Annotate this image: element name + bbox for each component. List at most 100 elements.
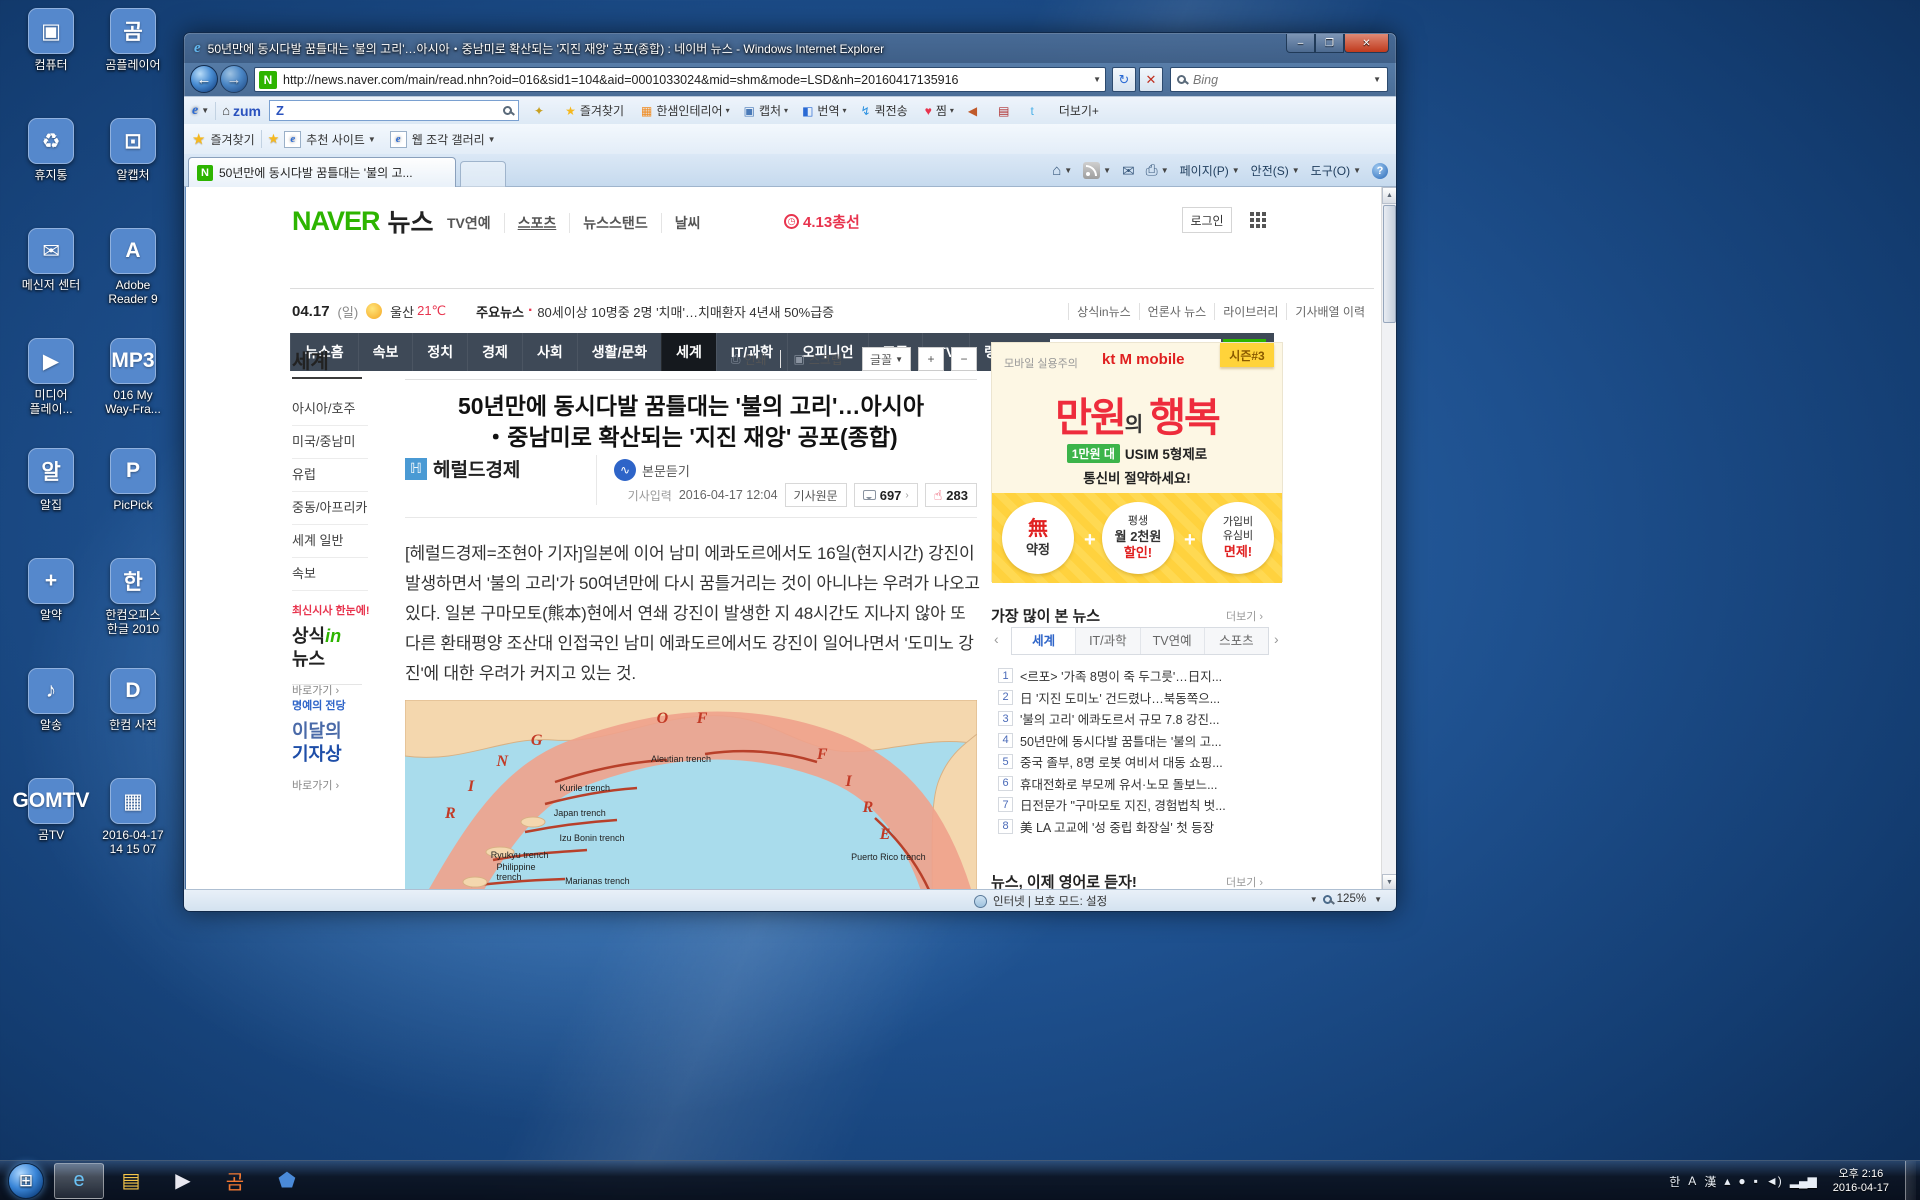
section-menu-item[interactable]: 아시아/호주 — [292, 393, 368, 426]
font-smaller-button[interactable]: − — [951, 347, 977, 371]
desktop-icon[interactable]: ▦ 2016-04-17 14 15 07 — [94, 778, 172, 888]
most-viewed-tab[interactable]: TV연예 — [1140, 628, 1204, 654]
most-viewed-tab[interactable]: IT/과학 — [1075, 628, 1139, 654]
help-button[interactable]: ? — [1372, 163, 1388, 179]
section-menu-item[interactable]: 속보 — [292, 558, 368, 591]
desktop-icon[interactable]: 알 알집 — [12, 448, 90, 558]
zum-toolbar-button[interactable]: ▤ — [998, 104, 1016, 118]
most-viewed-item[interactable]: 2 日 '지진 도미노' 건드렸나…북동쪽으... — [998, 687, 1276, 709]
header-link[interactable]: 뉴스스탠드 — [569, 213, 660, 233]
minimize-button[interactable]: – — [1286, 34, 1315, 53]
desktop-icon[interactable]: ▣ 컴퓨터 — [12, 8, 90, 118]
utility-link[interactable]: 언론사 뉴스 — [1139, 303, 1215, 320]
tray-icon[interactable]: ◄) — [1766, 1174, 1782, 1188]
zum-logo[interactable]: zum — [233, 103, 261, 119]
most-viewed-item[interactable]: 8 美 LA 고교에 '성 중립 화장실' 첫 등장 — [998, 816, 1276, 838]
desktop-icon[interactable]: ✉ 메신저 센터 — [12, 228, 90, 338]
suggested-sites-button[interactable]: 추천 사이트 — [306, 131, 365, 148]
vertical-scrollbar[interactable]: ▲ ▼ — [1381, 187, 1396, 891]
back-button[interactable]: ← — [190, 65, 218, 93]
tray-icon[interactable]: ● — [1738, 1174, 1745, 1188]
browser-tab[interactable]: N 50년만에 동시다발 꿈틀대는 '불의 고... — [188, 157, 456, 187]
most-viewed-item[interactable]: 5 중국 졸부, 8명 로봇 여비서 대동 쇼핑... — [998, 751, 1276, 773]
show-desktop-button[interactable] — [1905, 1161, 1916, 1200]
utility-link[interactable]: 라이브러리 — [1214, 303, 1286, 320]
major-news-headline[interactable]: 80세이상 10명중 2명 '치매'…치매환자 4년새 50%급증 — [537, 302, 834, 321]
tabs-prev-arrow[interactable]: ‹ — [994, 631, 999, 647]
print-article-button[interactable]: ⎙인쇄 — [731, 351, 767, 368]
most-viewed-tab[interactable]: 스포츠 — [1204, 628, 1268, 654]
new-tab-button[interactable] — [460, 161, 506, 187]
utility-link[interactable]: 상식in뉴스 — [1068, 303, 1139, 320]
listen-button[interactable]: ∿ 본문듣기 — [614, 459, 690, 481]
zum-toolbar-button[interactable]: ◀ — [968, 104, 984, 118]
zum-toolbar-button[interactable]: ↯ 퀵전송 — [861, 102, 911, 119]
zum-toolbar-button[interactable]: ★ 즐겨찾기 — [565, 102, 627, 119]
address-field[interactable]: N http://news.naver.com/main/read.nhn?oi… — [254, 67, 1106, 92]
sidebar-promo-reporter-award[interactable]: 명예의 전당 이달의 기자상 바로가기 › — [292, 697, 346, 793]
web-slice-gallery-button[interactable]: 웹 조각 갤러리 — [412, 131, 485, 148]
section-menu-item[interactable]: 세계 일반 — [292, 525, 368, 558]
zum-toolbar-button[interactable]: t — [1030, 104, 1040, 118]
desktop-icon[interactable]: D 한컴 사전 — [94, 668, 172, 778]
print-button[interactable]: ⎙▼ — [1146, 162, 1169, 179]
promo-link[interactable]: 바로가기 › — [292, 777, 346, 793]
most-viewed-item[interactable]: 4 50년만에 동시다발 꿈틀대는 '불의 고... — [998, 730, 1276, 752]
header-link[interactable]: 날씨 — [661, 213, 714, 233]
bing-search-box[interactable]: Bing ▼ — [1170, 67, 1388, 92]
taskbar-app-button[interactable]: ▤ — [106, 1163, 156, 1199]
desktop-icon[interactable]: MP3 016 My Way-Fra... — [94, 338, 172, 448]
taskbar-app-button[interactable]: e — [54, 1163, 104, 1199]
safety-menu[interactable]: 안전(S)▼ — [1251, 162, 1300, 179]
zum-toolbar-button[interactable]: 더보기+ — [1055, 102, 1102, 119]
header-link[interactable]: 스포츠 — [504, 213, 570, 233]
zum-toolbar-button[interactable]: ▣ 캡처 ▾ — [744, 102, 788, 119]
desktop-icon[interactable]: ♻ 휴지통 — [12, 118, 90, 228]
title-bar[interactable]: e 50년만에 동시다발 꿈틀대는 '불의 고리'…아시아・중남미로 확산되는 … — [184, 33, 1396, 63]
forward-button[interactable]: → — [220, 65, 248, 93]
start-button[interactable]: ⊞ — [8, 1163, 44, 1199]
services-grid-icon[interactable] — [1250, 212, 1266, 228]
zoom-dropdown-icon[interactable]: ▼ — [1310, 895, 1318, 904]
maximize-button[interactable]: ❐ — [1315, 34, 1344, 53]
zum-toolbar-button[interactable]: ▦ 한샘인테리어 ▾ — [641, 102, 730, 119]
zum-home-icon[interactable]: ⌂ — [222, 103, 230, 118]
election-link[interactable]: ◷ 4.13총선 — [784, 211, 860, 232]
scrap-button[interactable]: ▣스크랩 — [794, 351, 842, 368]
tabs-next-arrow[interactable]: › — [1274, 631, 1279, 647]
section-menu-item[interactable]: 중동/아프리카 — [292, 492, 368, 525]
weather-city[interactable]: 울산 — [390, 302, 414, 321]
tray-icon[interactable]: 漢 — [1704, 1173, 1716, 1190]
zum-toolbar-button[interactable]: ♥ 찜 ▾ — [925, 102, 954, 119]
taskbar-clock[interactable]: 오후 2:16 2016-04-17 — [1825, 1167, 1897, 1195]
addon-dropdown-icon[interactable]: ▼ — [201, 106, 209, 115]
scrollbar-thumb[interactable] — [1383, 205, 1396, 323]
tray-icon[interactable]: A — [1688, 1174, 1696, 1188]
close-button[interactable]: ✕ — [1344, 34, 1389, 53]
most-viewed-item[interactable]: 7 日전문가 "구마모토 지진, 경험법칙 벗... — [998, 794, 1276, 816]
search-dropdown-icon[interactable]: ▼ — [1373, 75, 1381, 84]
tray-icon[interactable]: ▴ — [1724, 1174, 1730, 1188]
taskbar-app-button[interactable]: ▶ — [158, 1163, 208, 1199]
font-menu-button[interactable]: 글꼴▼ — [862, 347, 911, 371]
font-larger-button[interactable]: + — [918, 347, 944, 371]
tray-icon[interactable]: ▂▄▆ — [1790, 1174, 1817, 1188]
refresh-button[interactable]: ↻ — [1112, 67, 1136, 92]
most-viewed-item[interactable]: 1 <르포> '가족 8명이 죽 두그릇'…日지... — [998, 665, 1276, 687]
section-menu-item[interactable]: 유럽 — [292, 459, 368, 492]
original-article-button[interactable]: 기사원문 — [785, 483, 847, 507]
scroll-up-button[interactable]: ▲ — [1382, 187, 1396, 204]
desktop-icon[interactable]: + 알약 — [12, 558, 90, 668]
desktop-icon[interactable]: 곰 곰플레이어 — [94, 8, 172, 118]
like-button[interactable]: ☝ 283 — [925, 483, 977, 507]
desktop-icon[interactable]: P PicPick — [94, 448, 172, 558]
zum-search-icon[interactable] — [503, 106, 512, 115]
taskbar-app-button[interactable]: 곰 — [210, 1163, 260, 1199]
home-button[interactable]: ⌂▼ — [1052, 162, 1072, 179]
utility-link[interactable]: 기사배열 이력 — [1286, 303, 1373, 320]
ie-addon-icon[interactable]: e — [192, 103, 198, 119]
desktop-icon[interactable]: GOMTV 곰TV — [12, 778, 90, 888]
zoom-control[interactable]: ▼ 125% ▼ — [1307, 893, 1382, 905]
desktop-icon[interactable]: ⊡ 알캡처 — [94, 118, 172, 228]
zum-toolbar-button[interactable]: ◧ 번역 ▾ — [802, 102, 846, 119]
